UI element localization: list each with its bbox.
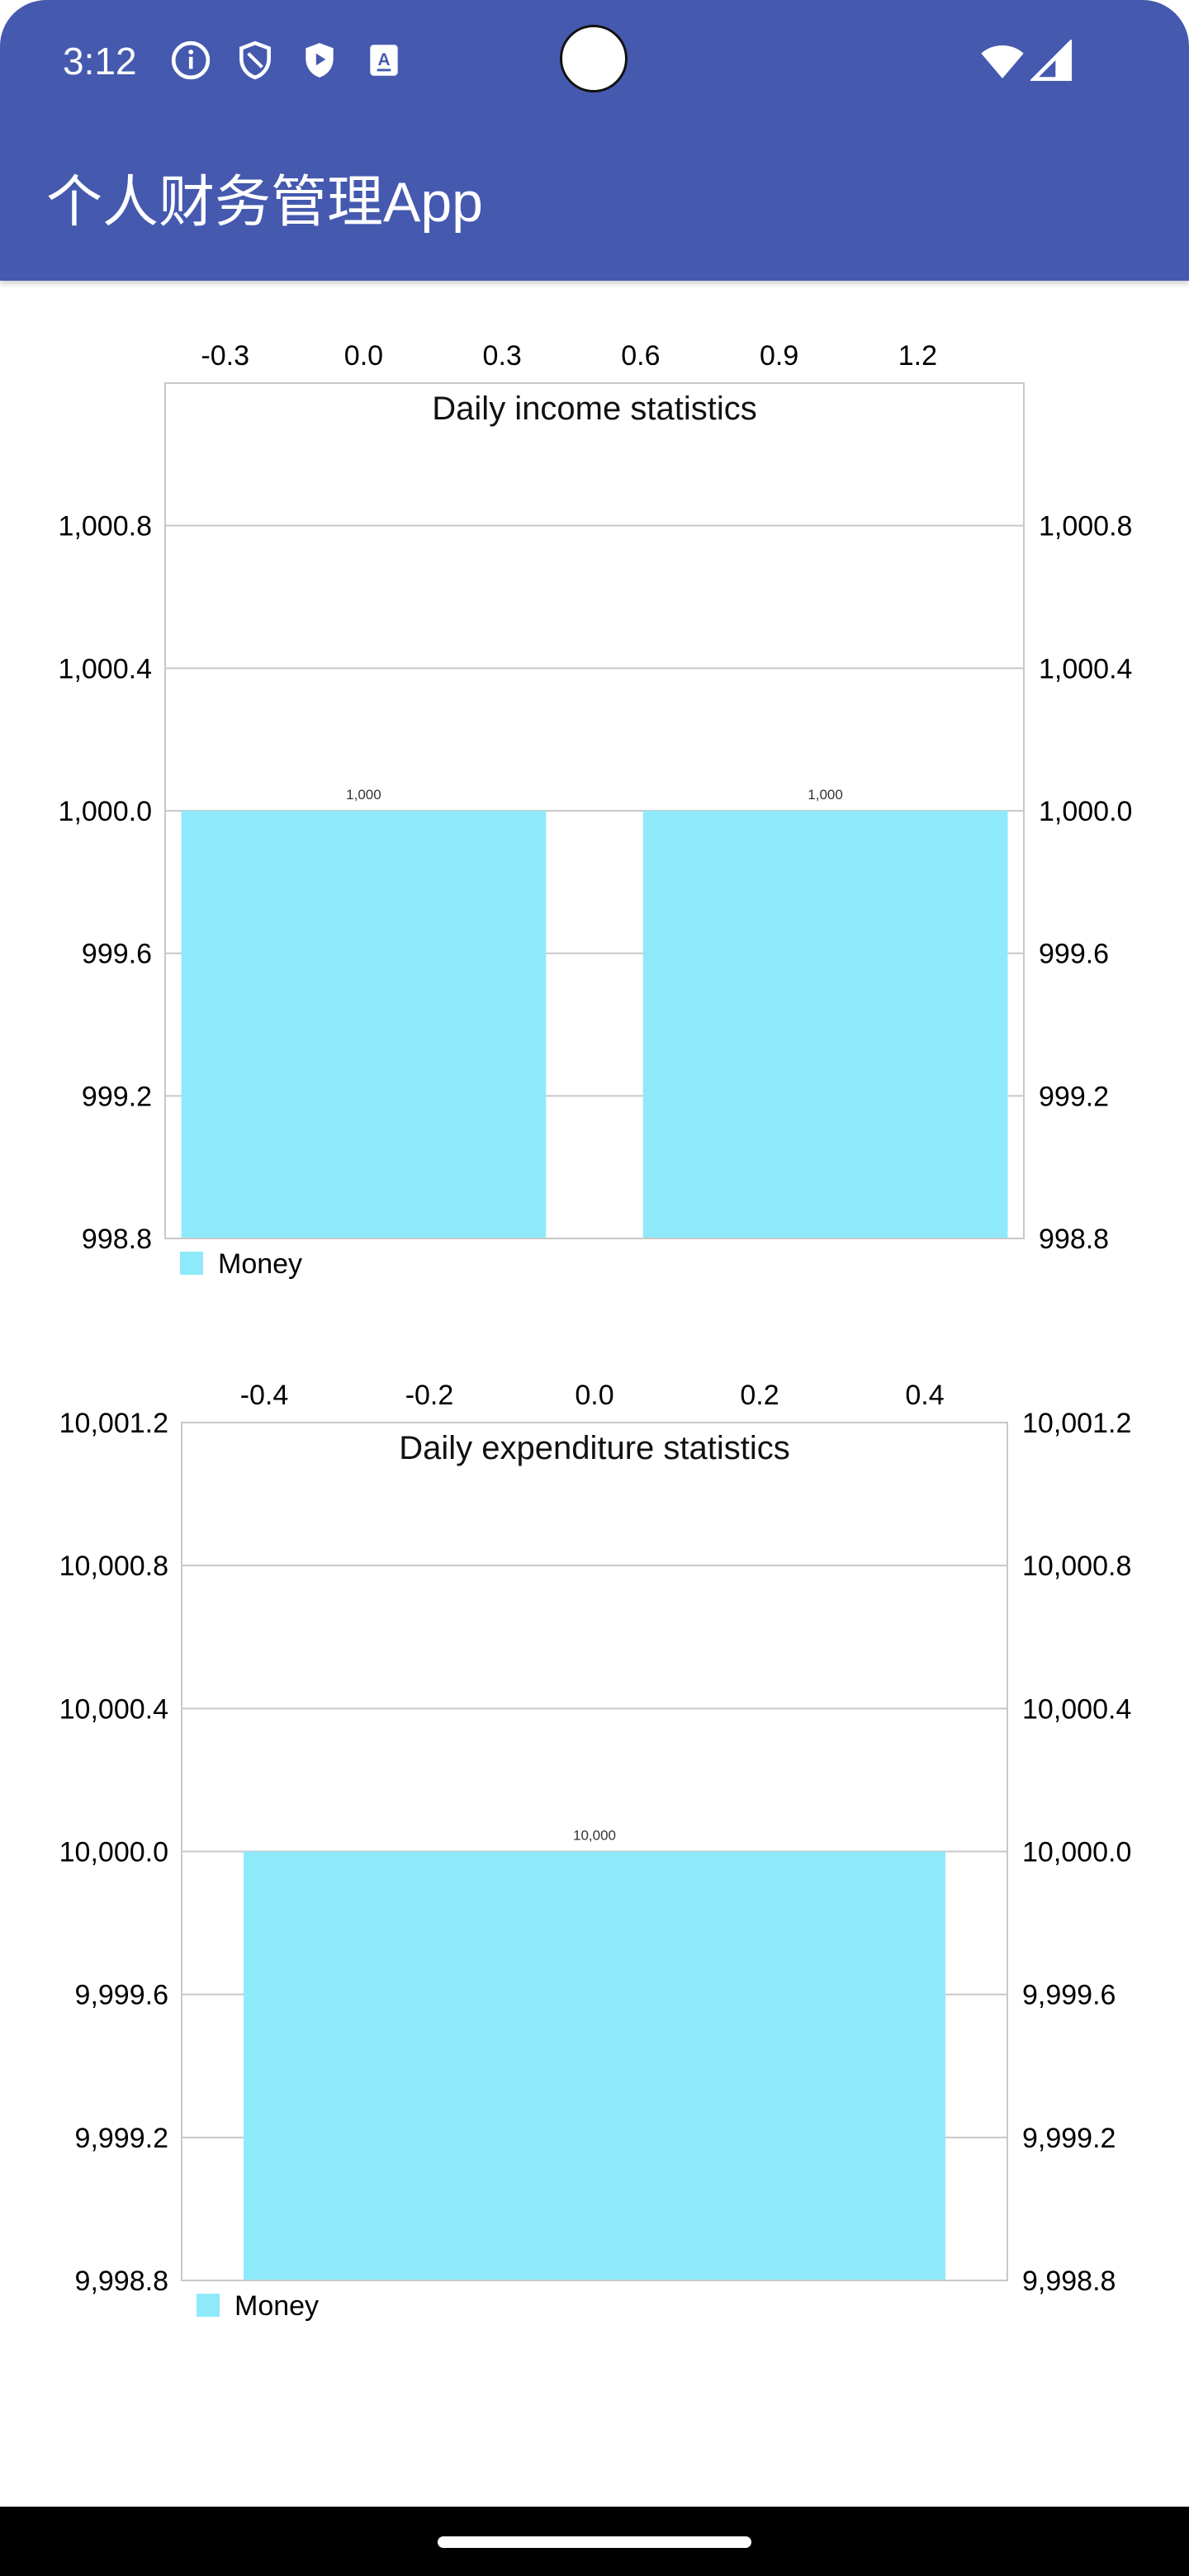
y-tick-label-left: 1,000.8 — [59, 511, 152, 542]
y-tick-label-right: 1,000.4 — [1039, 653, 1132, 684]
x-tick-label: -0.4 — [240, 1380, 289, 1411]
y-tick-label-left: 999.2 — [82, 1081, 152, 1112]
bar — [642, 811, 1008, 1238]
wifi-icon — [981, 45, 1024, 78]
y-tick-label-left: 10,000.0 — [59, 1837, 168, 1868]
status-bar: 3:12 A — [0, 0, 1189, 122]
bar — [181, 811, 547, 1238]
legend-label: Money — [218, 1248, 302, 1280]
expenditure-chart[interactable]: 10,001.2 10,001.2 10,000.8 10,000.8 10,000.4… — [0, 1354, 1189, 2361]
chart-title: Daily expenditure statistics — [399, 1430, 790, 1466]
x-tick-label: -0.2 — [405, 1380, 454, 1411]
legend-swatch — [197, 2294, 220, 2317]
x-tick-label: 0.9 — [760, 340, 798, 372]
bar — [244, 1851, 945, 2280]
income-chart[interactable]: 1,000.8 1,000.8 1,000.4 1,000.4 1,000.0 1,000… — [0, 314, 1189, 1321]
chart-title: Daily income statistics — [432, 391, 756, 427]
home-gesture-handle[interactable] — [438, 2536, 751, 2548]
signal-icon — [1030, 40, 1073, 82]
y-tick-label-right: 10,000.4 — [1022, 1693, 1131, 1725]
y-tick-label-right: 10,000.8 — [1022, 1551, 1131, 1582]
y-tick-label-right: 9,999.2 — [1022, 2123, 1116, 2154]
y-tick-label-right: 10,000.0 — [1022, 1837, 1131, 1868]
y-tick-label-left: 9,999.2 — [75, 2123, 168, 2154]
y-tick-label-right: 9,999.6 — [1022, 1980, 1116, 2011]
camera-cutout — [560, 25, 628, 92]
x-tick-label: -0.3 — [201, 340, 249, 372]
legend-swatch — [180, 1252, 203, 1275]
y-tick-label-left: 999.6 — [82, 939, 152, 970]
x-tick-label: 1.2 — [898, 340, 937, 372]
bar-value-label: 10,000 — [573, 1828, 616, 1844]
y-tick-label-right: 9,998.8 — [1022, 2266, 1116, 2297]
x-tick-label: 0.6 — [621, 340, 660, 372]
y-tick-label-left: 1,000.0 — [59, 796, 152, 827]
x-tick-label: 0.0 — [344, 340, 383, 372]
x-tick-label: 0.2 — [740, 1380, 779, 1411]
info-icon — [171, 40, 211, 80]
y-tick-label-left: 10,000.8 — [59, 1551, 168, 1582]
bar-value-label: 1,000 — [346, 787, 381, 803]
legend-label: Money — [234, 2290, 319, 2322]
y-tick-label-left: 998.8 — [82, 1224, 152, 1255]
y-tick-label-right: 10,001.2 — [1022, 1408, 1131, 1439]
x-tick-label: 0.3 — [483, 340, 522, 372]
shield-play-icon — [306, 43, 334, 78]
bar-value-label: 1,000 — [808, 787, 843, 803]
translate-icon: A — [370, 45, 398, 76]
x-tick-label: 0.4 — [905, 1380, 944, 1411]
svg-text:A: A — [377, 50, 390, 69]
y-tick-label-left: 1,000.4 — [59, 653, 152, 684]
screen: 3:12 A 个人财务管理App 1,000.8 1,000.8 1,000.4… — [0, 0, 1189, 2576]
y-tick-label-left: 9,999.6 — [75, 1980, 168, 2011]
y-tick-label-right: 999.6 — [1039, 939, 1109, 970]
y-tick-label-left: 10,001.2 — [59, 1408, 168, 1439]
status-time: 3:12 — [63, 40, 137, 83]
x-tick-label: 0.0 — [575, 1380, 613, 1411]
y-tick-label-right: 1,000.0 — [1039, 796, 1132, 827]
y-tick-label-right: 998.8 — [1039, 1224, 1109, 1255]
y-tick-label-left: 9,998.8 — [75, 2266, 168, 2297]
y-tick-label-right: 999.2 — [1039, 1081, 1109, 1112]
app-title: 个人财务管理App — [46, 171, 483, 234]
y-tick-label-left: 10,000.4 — [59, 1693, 168, 1725]
y-tick-label-right: 1,000.8 — [1039, 511, 1132, 542]
navigation-bar — [0, 2507, 1189, 2576]
shield-outline-icon — [239, 40, 271, 80]
